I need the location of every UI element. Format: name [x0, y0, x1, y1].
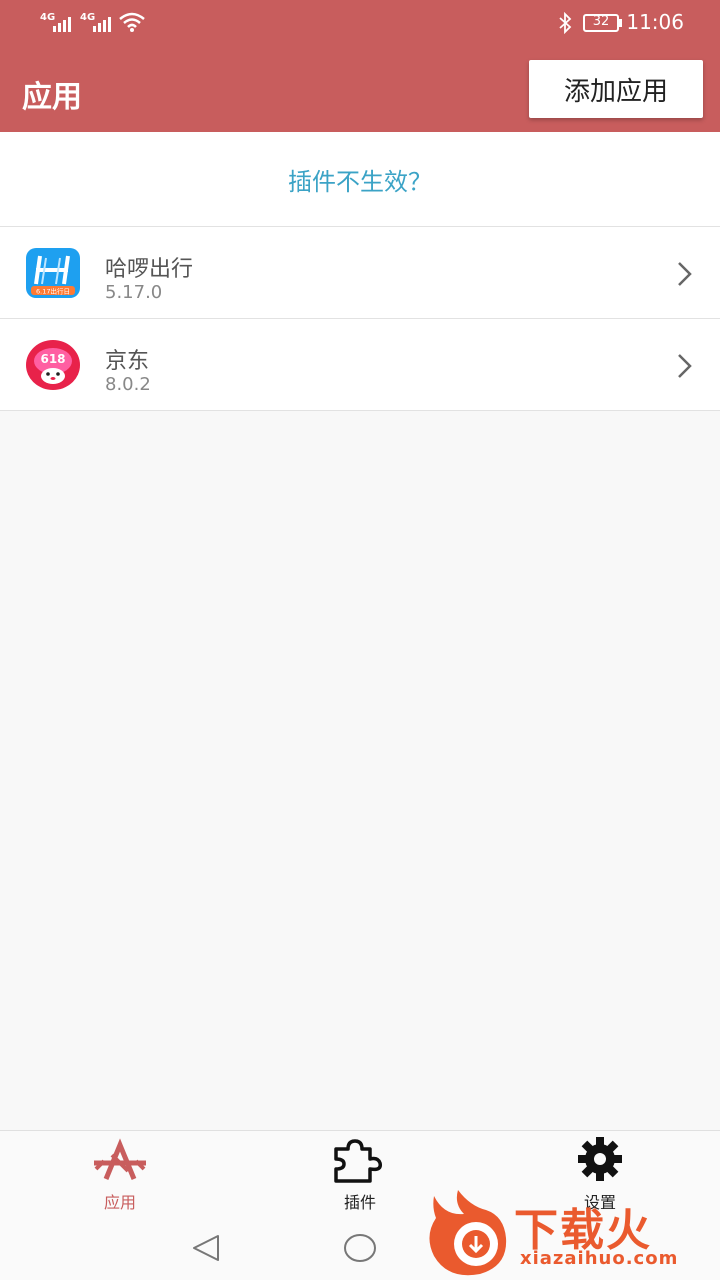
chevron-right-icon [678, 354, 692, 378]
back-icon[interactable] [190, 1232, 222, 1264]
add-app-button[interactable]: 添加应用 [529, 60, 703, 118]
jd-badge: 618 [40, 352, 65, 366]
wifi-icon [119, 12, 145, 32]
clock: 11:06 [626, 10, 684, 34]
app-bar: 应用 添加应用 [0, 46, 720, 132]
page-title: 应用 [22, 80, 82, 115]
list-item[interactable]: 618 京东 8.0.2 [0, 319, 720, 411]
tab-apps-label: 应用 [103, 1193, 136, 1212]
app-name: 京东 [105, 349, 150, 374]
tab-apps[interactable]: 应用 [0, 1131, 240, 1217]
plugin-not-working-link[interactable]: 插件不生效？ [0, 132, 720, 227]
watermark-url: xiazaihuo.com [520, 1248, 679, 1269]
flame-logo-icon [429, 1190, 507, 1276]
apps-icon [94, 1138, 146, 1180]
watermark: 下载火 xiazaihuo.com [424, 1186, 720, 1280]
hellobike-badge: 6.17出行日 [36, 287, 70, 296]
app-version: 8.0.2 [105, 374, 151, 395]
gear-icon [578, 1137, 622, 1181]
bluetooth-icon [559, 12, 572, 34]
home-icon[interactable] [342, 1231, 378, 1265]
chevron-right-icon [678, 262, 692, 286]
jd-icon: 618 [26, 340, 80, 390]
app-version: 5.17.0 [105, 282, 163, 303]
app-name: 哈啰出行 [105, 257, 194, 282]
puzzle-icon [334, 1139, 383, 1183]
hellobike-icon: 6.17出行日 [26, 248, 80, 298]
battery-icon: 32 [583, 14, 619, 32]
list-item[interactable]: 6.17出行日 哈啰出行 5.17.0 [0, 227, 720, 319]
status-bar: 4G 4G 32 11:06 [0, 0, 720, 46]
app-list: 6.17出行日 哈啰出行 5.17.0 618 京东 8.0.2 [0, 227, 720, 411]
signal-icon [53, 17, 71, 32]
battery-tip [619, 19, 622, 27]
signal-icon [93, 17, 111, 32]
battery-level: 32 [592, 14, 610, 29]
